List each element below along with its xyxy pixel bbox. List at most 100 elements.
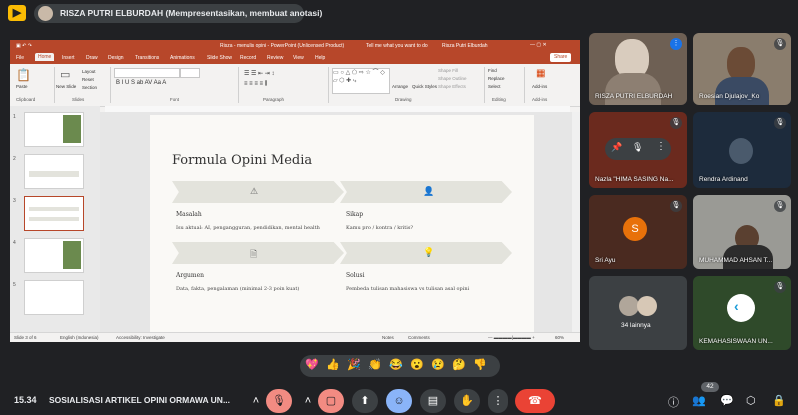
reaction-sad[interactable]: 😢 xyxy=(431,358,445,371)
tab-design[interactable]: Design xyxy=(108,55,124,61)
participant-name: Nazla "HIMA SASING Na... xyxy=(595,176,674,183)
thumb-chevrons xyxy=(29,217,79,221)
font-size-select[interactable] xyxy=(180,68,200,78)
slide-thumbnail-3[interactable] xyxy=(24,196,84,231)
slide-thumbnail-2[interactable] xyxy=(24,154,84,189)
quick-styles-button[interactable]: Quick Styles xyxy=(412,84,437,89)
reset-button[interactable]: Reset xyxy=(82,77,94,82)
captions-button[interactable]: ▤ xyxy=(420,389,446,413)
participant-tile[interactable]: 📌 🎙 ⋮ 🎙 Nazla "HIMA SASING Na... xyxy=(589,112,687,188)
reaction-thinking[interactable]: 🤔 xyxy=(452,358,466,371)
slide-thumbnail-5[interactable] xyxy=(24,280,84,315)
participant-tile[interactable]: 🎙 Rendra Ardinand xyxy=(693,112,791,188)
tell-me-box[interactable]: Tell me what you want to do xyxy=(366,43,428,49)
present-screen-button[interactable]: ⬆ xyxy=(352,389,378,413)
tab-record[interactable]: Record xyxy=(240,55,256,61)
avatar xyxy=(637,296,657,316)
tab-file[interactable]: File xyxy=(16,55,24,61)
notes-button[interactable]: Notes xyxy=(382,335,394,340)
layout-button[interactable]: Layout xyxy=(82,69,96,74)
zoom-level[interactable]: 60% xyxy=(555,335,564,340)
language-status[interactable]: English (Indonesia) xyxy=(60,335,99,340)
activities-icon[interactable]: ⬡ xyxy=(746,394,756,407)
people-icon[interactable]: 👥 xyxy=(692,394,706,407)
vertical-scrollbar[interactable] xyxy=(572,112,580,332)
participant-tile[interactable]: ‹ 🎙 KEMAHASISWAAN UN... xyxy=(693,276,791,350)
add-ins-button[interactable]: Add-ins xyxy=(532,84,547,89)
tab-view[interactable]: View xyxy=(293,55,304,61)
participant-tile[interactable]: ⋮ RISZA PUTRI ELBURDAH xyxy=(589,33,687,105)
more-options-icon[interactable]: ⋮ xyxy=(656,141,666,152)
audio-options-chevron-icon[interactable]: ˄ xyxy=(248,389,264,413)
mic-off-button[interactable]: 🎙 xyxy=(266,389,292,413)
participant-tile[interactable]: 🎙 Roesian Djulajov_Ko xyxy=(693,33,791,105)
paste-icon[interactable]: 📋 xyxy=(16,68,31,82)
list-buttons[interactable]: ☰ ☰ ⇤ ⇥ ↕ xyxy=(244,70,274,77)
mic-off-icon[interactable]: 🎙 xyxy=(632,142,643,153)
presentation-icon[interactable]: ▶ xyxy=(8,5,26,21)
slide-thumbnail-4[interactable] xyxy=(24,238,84,273)
ribbon-separator xyxy=(328,67,329,103)
find-button[interactable]: Find xyxy=(488,68,497,73)
comments-button[interactable]: Comments xyxy=(408,335,430,340)
camera-off-button[interactable]: ▢ xyxy=(318,389,344,413)
meeting-info-icon[interactable]: ⓘ xyxy=(668,394,679,410)
new-slide-icon[interactable]: ▭ xyxy=(60,68,70,81)
others-tile[interactable]: 34 lainnya xyxy=(589,276,687,350)
reactions-button[interactable]: ☺ xyxy=(386,389,412,413)
leave-call-button[interactable]: ☎ xyxy=(515,389,555,413)
reaction-clap[interactable]: 👏 xyxy=(368,358,382,371)
document-icon: 🗎 xyxy=(250,249,258,259)
select-button[interactable]: Select xyxy=(488,84,501,89)
shape-effects-button[interactable]: Shape Effects xyxy=(438,84,466,89)
section-head: Argumen xyxy=(176,272,205,279)
section-button[interactable]: Section xyxy=(82,85,97,90)
reaction-party[interactable]: 🎉 xyxy=(347,358,361,371)
share-button[interactable]: Share xyxy=(550,53,572,62)
tab-home[interactable]: Home xyxy=(35,53,55,61)
replace-button[interactable]: Replace xyxy=(488,76,505,81)
participant-tile[interactable]: 🎙 MUHAMMAD AHSAN T... xyxy=(693,195,791,269)
group-paragraph: Paragraph xyxy=(263,97,285,102)
reaction-heart[interactable]: 💖 xyxy=(305,358,319,371)
tab-insert[interactable]: Insert xyxy=(62,55,75,61)
slide-thumbnail-1[interactable] xyxy=(24,112,84,147)
paste-button[interactable]: Paste xyxy=(16,84,28,89)
thumb-image xyxy=(63,241,81,269)
host-controls-icon[interactable]: 🔒 xyxy=(772,394,786,407)
tab-help[interactable]: Help xyxy=(315,55,325,61)
tab-slide-show[interactable]: Slide Show xyxy=(207,55,232,61)
participant-video xyxy=(605,73,661,105)
new-slide-button[interactable]: New Slide xyxy=(56,84,76,89)
accessibility-status[interactable]: Accessibility: Investigate xyxy=(116,335,165,340)
current-slide[interactable]: Formula Opini Media ⚠ 👤 Masalah Isu aktu… xyxy=(150,115,534,332)
pin-icon[interactable]: 📌 xyxy=(611,142,622,153)
arrange-button[interactable]: Arrange xyxy=(392,84,408,89)
section-body: Isu aktual: AI, pengangguran, pendidikan… xyxy=(176,225,320,231)
participant-tile[interactable]: S 🎙 Sri Ayu xyxy=(589,195,687,269)
raise-hand-button[interactable]: ✋ xyxy=(454,389,480,413)
ribbon-separator xyxy=(524,67,525,103)
font-format-buttons[interactable]: B I U S ab AV Aa A xyxy=(116,80,166,86)
reaction-surprised[interactable]: 😮 xyxy=(410,358,424,371)
presenter-label: RISZA PUTRI ELBURDAH (Mempresentasikan, … xyxy=(60,8,323,18)
tab-animations[interactable]: Animations xyxy=(170,55,195,61)
reaction-thumbs-up[interactable]: 👍 xyxy=(326,358,340,371)
font-family-select[interactable] xyxy=(114,68,180,78)
zoom-slider[interactable]: — ▬▬▬▬|▬▬▬▬ + xyxy=(488,335,535,340)
reaction-laugh[interactable]: 😂 xyxy=(389,358,403,371)
window-controls[interactable]: — ▢ ✕ xyxy=(530,42,547,48)
shape-outline-button[interactable]: Shape Outline xyxy=(438,76,467,81)
chat-icon[interactable]: 💬 xyxy=(720,394,734,407)
video-options-chevron-icon[interactable]: ˄ xyxy=(300,389,316,413)
add-ins-icon[interactable]: ▦ xyxy=(536,68,545,79)
tab-transitions[interactable]: Transitions xyxy=(135,55,159,61)
save-icon[interactable]: ▣ ↶ ↷ xyxy=(16,43,32,49)
align-buttons[interactable]: ≡ ≡ ≡ ≡ ⫼ xyxy=(244,81,267,88)
tab-draw[interactable]: Draw xyxy=(86,55,98,61)
more-options-button[interactable]: ⋮ xyxy=(488,389,508,413)
shapes-gallery[interactable]: ▭ ○ △ ⬠ ⇨ ☆ ⌒ ◇ ▱ ⬡ ✚ ⤷ xyxy=(332,68,390,94)
shape-fill-button[interactable]: Shape Fill xyxy=(438,68,458,73)
reaction-thumbs-down[interactable]: 👎 xyxy=(473,358,487,371)
tab-review[interactable]: Review xyxy=(267,55,283,61)
